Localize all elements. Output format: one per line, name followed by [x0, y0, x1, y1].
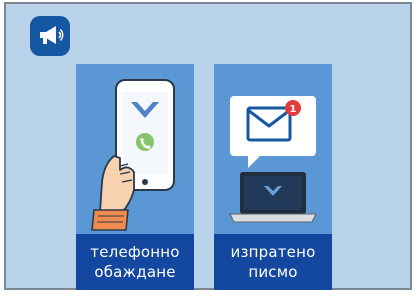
- email-caption-line1: изпратено: [230, 243, 316, 261]
- phone-call-caption-line2: обаждане: [94, 263, 176, 281]
- phone-call-caption: телефонно обаждане: [76, 234, 194, 290]
- email-caption: изпратено писмо: [214, 234, 332, 290]
- notification-count: 1: [290, 104, 297, 115]
- email-notification-icon: 1: [229, 96, 317, 223]
- phone-call-card: телефонно обаждане: [76, 64, 194, 290]
- email-caption-line2: писмо: [248, 263, 298, 281]
- phone-call-caption-line1: телефонно: [90, 243, 180, 261]
- phone-call-icon: [91, 79, 175, 231]
- megaphone-badge: [30, 16, 70, 56]
- email-card: 1 изпратено писмо: [214, 64, 332, 290]
- megaphone-icon: [40, 26, 64, 44]
- info-panel: телефонно обаждане 1 изпратено писмо: [4, 2, 412, 290]
